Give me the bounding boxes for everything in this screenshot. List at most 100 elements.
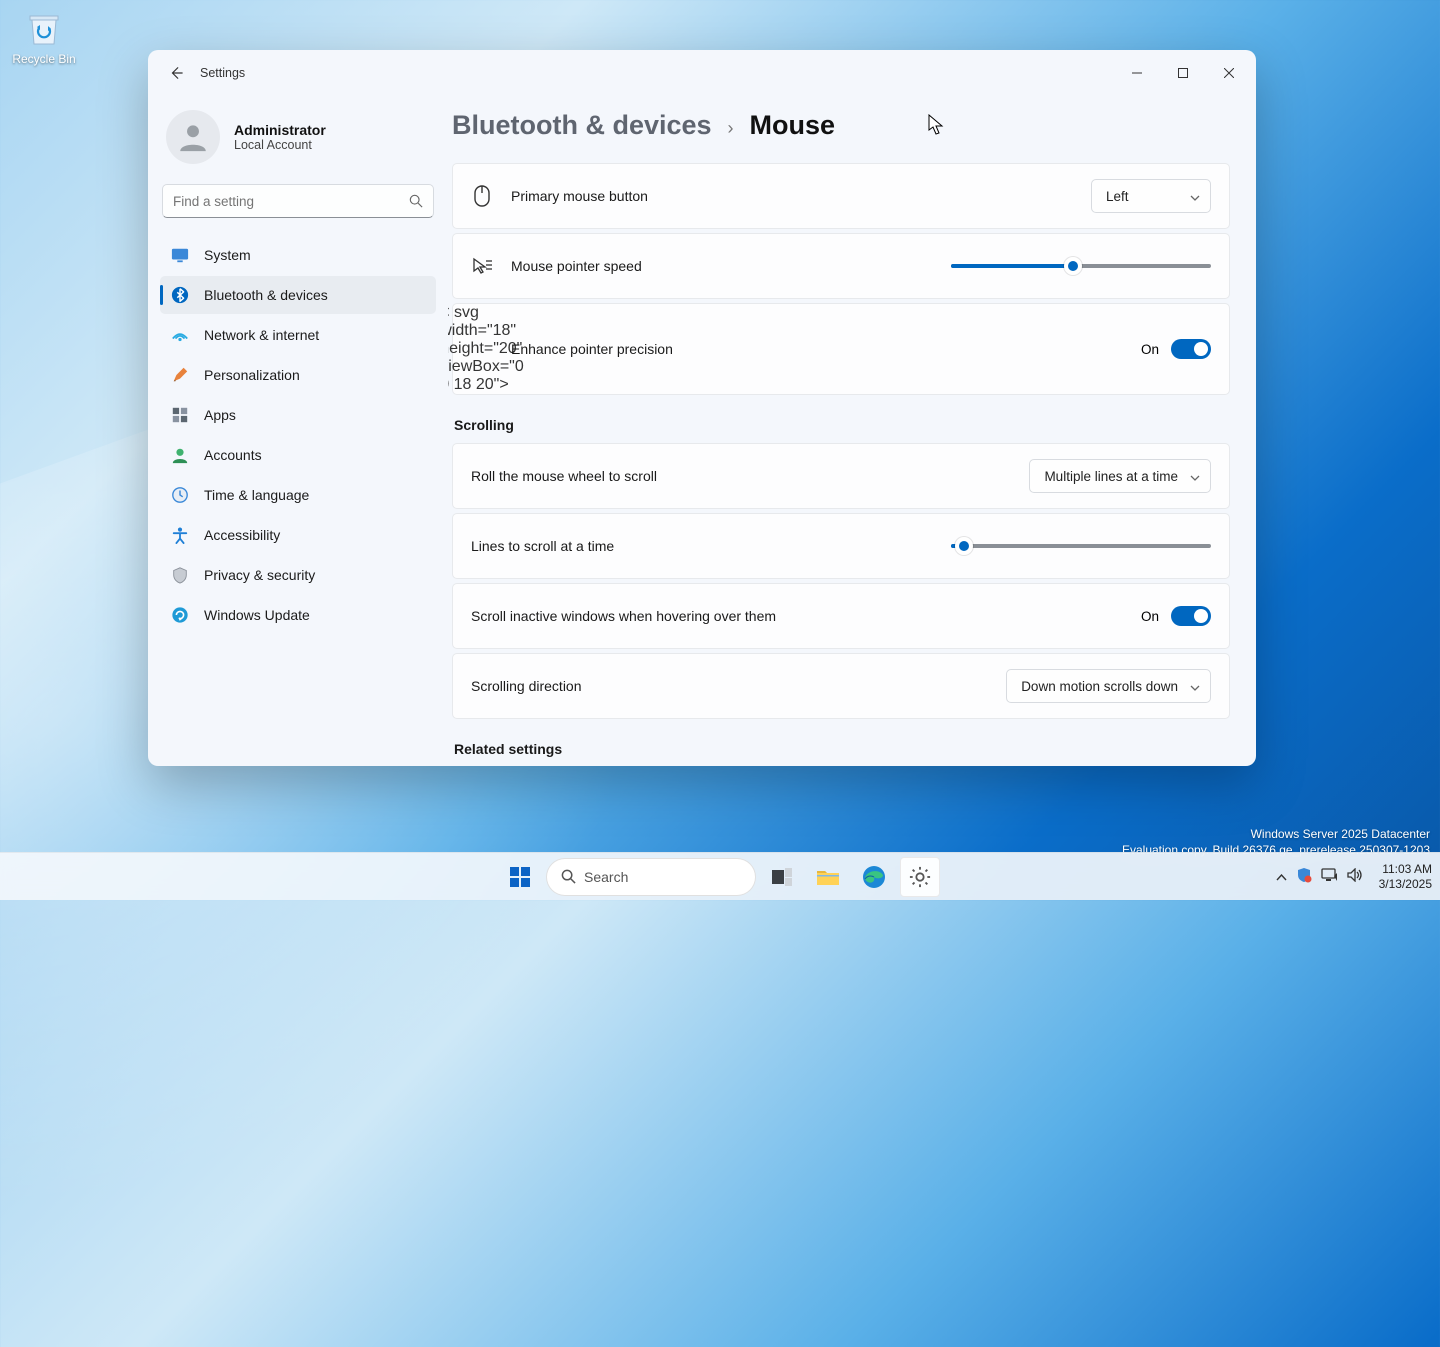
nav-bluetooth-devices[interactable]: Bluetooth & devices xyxy=(160,276,436,314)
setting-label: Mouse pointer speed xyxy=(511,258,642,274)
section-related: Related settings xyxy=(454,741,1230,757)
settings-search[interactable] xyxy=(162,184,434,218)
setting-label: Roll the mouse wheel to scroll xyxy=(471,468,657,484)
pointer-speed-slider[interactable] xyxy=(951,256,1211,276)
privacy-icon xyxy=(170,565,190,585)
breadcrumb-parent[interactable]: Bluetooth & devices xyxy=(452,110,712,141)
task-view-icon xyxy=(771,867,793,887)
search-icon xyxy=(561,869,576,884)
setting-label: Primary mouse button xyxy=(511,188,648,204)
nav-system[interactable]: System xyxy=(160,236,436,274)
nav-label: Windows Update xyxy=(204,607,310,623)
setting-label: Lines to scroll at a time xyxy=(471,538,614,554)
setting-label: Scroll inactive windows when hovering ov… xyxy=(471,608,776,624)
settings-search-input[interactable] xyxy=(173,194,409,209)
taskbar-search[interactable]: Search xyxy=(546,858,756,896)
setting-pointer-speed: Mouse pointer speed xyxy=(452,233,1230,299)
tray-security-icon[interactable] xyxy=(1296,867,1312,886)
slider-thumb[interactable] xyxy=(1064,257,1082,275)
settings-window: Settings Administrator Local Account xyxy=(148,50,1256,766)
nav-network[interactable]: Network & internet xyxy=(160,316,436,354)
nav-label: Network & internet xyxy=(204,327,319,343)
nav-windows-update[interactable]: Windows Update xyxy=(160,596,436,634)
slider-thumb[interactable] xyxy=(955,537,973,555)
start-button[interactable] xyxy=(500,857,540,897)
primary-button-dropdown[interactable]: Left xyxy=(1091,179,1211,213)
back-button[interactable] xyxy=(160,57,192,89)
recycle-bin-icon xyxy=(24,8,64,48)
clock-time: 11:03 AM xyxy=(1379,862,1432,876)
setting-lines-scroll: Lines to scroll at a time xyxy=(452,513,1230,579)
apps-icon xyxy=(170,405,190,425)
task-view-button[interactable] xyxy=(762,857,802,897)
page-title: Mouse xyxy=(750,110,836,141)
update-icon xyxy=(170,605,190,625)
nav-label: Privacy & security xyxy=(204,567,315,583)
nav-label: Time & language xyxy=(204,487,309,503)
time-icon xyxy=(170,485,190,505)
taskbar-clock[interactable]: 11:03 AM 3/13/2025 xyxy=(1379,862,1432,891)
section-scrolling: Scrolling xyxy=(454,417,1230,433)
dropdown-value: Left xyxy=(1106,189,1129,204)
taskbar-search-label: Search xyxy=(584,869,628,885)
toggle-state: On xyxy=(1141,609,1159,624)
shield-icon xyxy=(1296,867,1312,883)
file-explorer-button[interactable] xyxy=(808,857,848,897)
speaker-icon xyxy=(1347,868,1363,882)
accessibility-icon xyxy=(170,525,190,545)
nav-personalization[interactable]: Personalization xyxy=(160,356,436,394)
tray-network-icon[interactable] xyxy=(1321,868,1338,885)
recycle-bin[interactable]: Recycle Bin xyxy=(8,8,80,66)
mouse-icon xyxy=(471,185,493,207)
setting-scroll-direction: Scrolling direction Down motion scrolls … xyxy=(452,653,1230,719)
search-icon xyxy=(409,194,423,208)
setting-scroll-inactive: Scroll inactive windows when hovering ov… xyxy=(452,583,1230,649)
system-icon xyxy=(170,245,190,265)
settings-taskbar-button[interactable] xyxy=(900,857,940,897)
dropdown-value: Multiple lines at a time xyxy=(1044,469,1178,484)
maximize-button[interactable] xyxy=(1160,50,1206,96)
setting-primary-mouse-button: Primary mouse button Left xyxy=(452,163,1230,229)
edge-icon xyxy=(862,865,886,889)
nav-accessibility[interactable]: Accessibility xyxy=(160,516,436,554)
taskbar: Search 11:03 AM 3/13/2025 xyxy=(0,852,1440,900)
tray-volume-icon[interactable] xyxy=(1347,868,1363,885)
account-block[interactable]: Administrator Local Account xyxy=(160,102,436,182)
chevron-down-icon xyxy=(1190,189,1200,204)
nav-label: Bluetooth & devices xyxy=(204,287,328,303)
dropdown-value: Down motion scrolls down xyxy=(1021,679,1178,694)
roll-wheel-dropdown[interactable]: Multiple lines at a time xyxy=(1029,459,1211,493)
nav-privacy[interactable]: Privacy & security xyxy=(160,556,436,594)
minimize-icon xyxy=(1132,68,1142,78)
toggle-state: On xyxy=(1141,342,1159,357)
setting-enhance-precision: < svg width="18" height="20" viewBox="0 … xyxy=(452,303,1230,395)
minimize-button[interactable] xyxy=(1114,50,1160,96)
close-button[interactable] xyxy=(1206,50,1252,96)
lines-scroll-slider[interactable] xyxy=(951,536,1211,556)
titlebar: Settings xyxy=(148,50,1256,96)
tray-chevron[interactable] xyxy=(1276,870,1287,884)
scroll-direction-dropdown[interactable]: Down motion scrolls down xyxy=(1006,669,1211,703)
maximize-icon xyxy=(1178,68,1188,78)
chevron-down-icon xyxy=(1190,679,1200,694)
precision-icon: < svg width="18" height="20" viewBox="0 … xyxy=(471,304,493,394)
account-name: Administrator xyxy=(234,122,326,138)
account-type: Local Account xyxy=(234,138,326,152)
nav-label: Accounts xyxy=(204,447,262,463)
sidebar: Administrator Local Account System Bluet… xyxy=(148,96,448,766)
setting-label: Scrolling direction xyxy=(471,678,582,694)
pointer-speed-icon xyxy=(471,257,493,275)
nav-label: Accessibility xyxy=(204,527,280,543)
scroll-inactive-toggle[interactable] xyxy=(1171,606,1211,626)
edge-button[interactable] xyxy=(854,857,894,897)
enhance-precision-toggle[interactable] xyxy=(1171,339,1211,359)
nav-apps[interactable]: Apps xyxy=(160,396,436,434)
gear-icon xyxy=(909,866,931,888)
nav-accounts[interactable]: Accounts xyxy=(160,436,436,474)
chevron-down-icon xyxy=(1190,469,1200,484)
nav-list: System Bluetooth & devices Network & int… xyxy=(160,236,436,634)
setting-roll-wheel: Roll the mouse wheel to scroll Multiple … xyxy=(452,443,1230,509)
network-icon xyxy=(170,325,190,345)
setting-label: Enhance pointer precision xyxy=(511,341,673,357)
nav-time-language[interactable]: Time & language xyxy=(160,476,436,514)
